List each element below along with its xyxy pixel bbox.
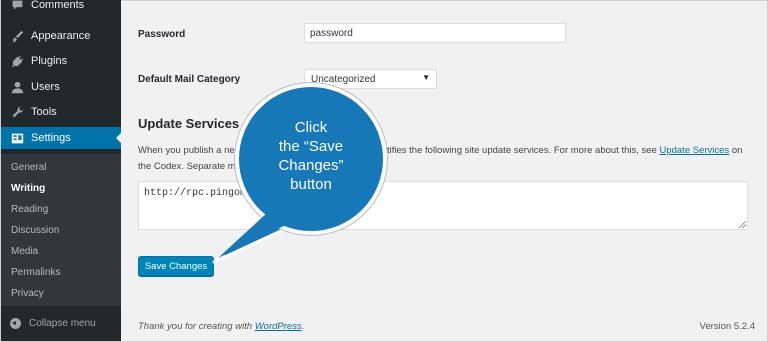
tools-icon	[8, 106, 26, 119]
menu-item-tools[interactable]: Tools	[1, 101, 121, 123]
menu-label: Comments	[31, 0, 85, 11]
admin-sidebar: Comments Appearance Plugins Users Tools …	[1, 0, 121, 341]
menu-item-appearance[interactable]: Appearance	[1, 25, 121, 47]
users-icon	[8, 81, 26, 94]
textarea-resize-handle[interactable]	[739, 221, 746, 228]
wordpress-link[interactable]: WordPress	[255, 321, 302, 332]
submenu-item-discussion[interactable]: Discussion	[11, 225, 59, 236]
settings-writing-content: Password Default Mail Category Uncategor…	[121, 0, 767, 341]
password-field[interactable]	[304, 23, 566, 43]
callout-text: Click the “Save Changes” button	[247, 118, 375, 194]
submenu-item-general[interactable]: General	[11, 162, 47, 173]
ping-sites-textarea[interactable]	[138, 181, 748, 230]
menu-label: Settings	[31, 132, 71, 144]
footer-thanks-suffix: .	[301, 321, 305, 332]
menu-item-users[interactable]: Users	[1, 76, 121, 98]
update-services-heading: Update Services	[138, 116, 240, 131]
comments-icon	[8, 0, 26, 12]
submenu-item-writing[interactable]: Writing	[11, 183, 45, 194]
collapse-label: Collapse menu	[29, 317, 96, 329]
collapse-icon	[10, 317, 21, 329]
settings-submenu: General Writing Reading Discussion Media…	[1, 154, 121, 306]
callout-line: the “Save	[278, 138, 344, 155]
update-services-desc-line2: the Codex. Separate mu	[138, 161, 241, 172]
mail-category-label: Default Mail Category	[138, 74, 241, 85]
appearance-icon	[8, 30, 26, 43]
dropdown-arrow-icon: ▼	[422, 73, 430, 82]
password-label: Password	[138, 29, 186, 40]
footer-thanks: Thank you for creating with WordPress.	[138, 321, 304, 332]
menu-label: Appearance	[31, 30, 91, 42]
menu-label: Users	[31, 81, 60, 93]
collapse-menu-button[interactable]: Collapse menu	[1, 313, 121, 333]
footer-version: Version 5.2.4	[699, 321, 755, 332]
submenu-item-reading[interactable]: Reading	[11, 204, 48, 215]
menu-item-settings[interactable]: Settings	[1, 127, 121, 149]
desc-text-end: on	[731, 145, 743, 156]
menu-label: Tools	[31, 106, 57, 118]
update-services-link[interactable]: Update Services	[659, 145, 729, 156]
menu-label: Plugins	[31, 55, 68, 67]
callout-line: Click	[294, 119, 328, 136]
update-services-desc: tifies the following site update service…	[387, 145, 742, 156]
callout-line: button	[290, 176, 332, 193]
update-services-desc-start: When you publish a ne	[138, 145, 235, 156]
submenu-item-media[interactable]: Media	[11, 246, 38, 257]
settings-icon	[8, 132, 26, 145]
submenu-item-privacy[interactable]: Privacy	[11, 288, 44, 299]
save-changes-button[interactable]: Save Changes	[138, 256, 214, 276]
menu-item-comments[interactable]: Comments	[1, 0, 121, 16]
footer-thanks-text: Thank you for creating with	[138, 321, 253, 332]
desc-text: tifies the following site update service…	[387, 145, 657, 156]
menu-item-plugins[interactable]: Plugins	[1, 50, 121, 72]
submenu-item-permalinks[interactable]: Permalinks	[11, 267, 60, 278]
plugins-icon	[8, 55, 26, 68]
callout-line: Changes”	[278, 157, 344, 174]
